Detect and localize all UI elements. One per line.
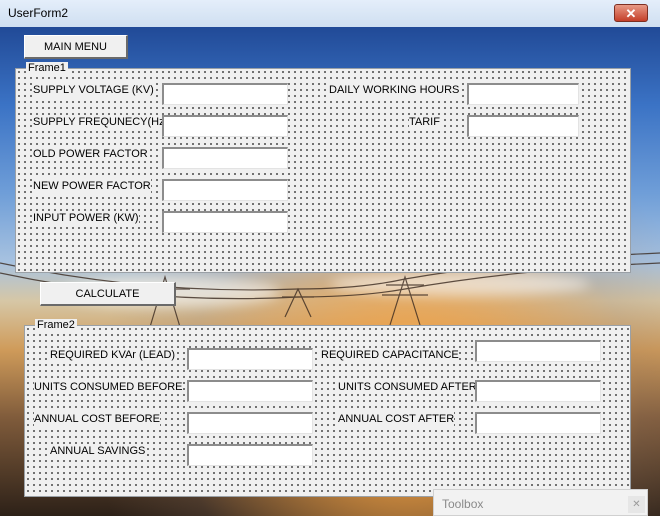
required-capacitance-input[interactable] bbox=[475, 340, 601, 362]
new-power-factor-input[interactable] bbox=[162, 179, 288, 201]
toolbox-title: Toolbox bbox=[442, 497, 484, 511]
required-kvar-input[interactable] bbox=[187, 348, 313, 370]
daily-working-hours-input[interactable] bbox=[467, 83, 579, 105]
annual-savings-input[interactable] bbox=[187, 444, 313, 466]
old-power-factor-input[interactable] bbox=[162, 147, 288, 169]
annual-cost-after-label: ANNUAL COST AFTER bbox=[338, 412, 455, 426]
units-consumed-after-label: UNITS CONSUMED AFTER bbox=[338, 380, 477, 394]
frame2: Frame2 REQUIRED KVAr (LEAD) UNITS CONSUM… bbox=[24, 319, 631, 497]
frame1: Frame1 SUPPLY VOLTAGE (KV) SUPPLY FREQUN… bbox=[15, 62, 631, 273]
main-menu-button[interactable]: MAIN MENU bbox=[24, 35, 128, 59]
tarif-input[interactable] bbox=[467, 115, 579, 137]
userform-window: UserForm2 ✕ MAIN MENU Frame1 SUPPLY VOLT… bbox=[0, 0, 660, 516]
supply-voltage-input[interactable] bbox=[162, 83, 288, 105]
annual-savings-label: ANNUAL SAVINGS bbox=[50, 444, 146, 458]
input-power-label: INPUT POWER (KW) bbox=[33, 211, 139, 225]
daily-working-hours-label: DAILY WORKING HOURS bbox=[329, 83, 460, 97]
close-icon: ✕ bbox=[625, 6, 637, 21]
supply-voltage-label: SUPPLY VOLTAGE (KV) bbox=[33, 83, 154, 97]
old-power-factor-label: OLD POWER FACTOR bbox=[33, 147, 148, 161]
units-consumed-before-input[interactable] bbox=[187, 380, 313, 402]
tarif-label: TARIF bbox=[409, 115, 440, 129]
supply-frequency-label: SUPPLY FREQUNECY(Hz) bbox=[33, 115, 169, 129]
toolbox-close-icon[interactable]: ✕ bbox=[628, 496, 645, 513]
required-kvar-label: REQUIRED KVAr (LEAD) bbox=[50, 348, 176, 362]
form-client-area: MAIN MENU Frame1 SUPPLY VOLTAGE (KV) SUP… bbox=[0, 27, 660, 516]
annual-cost-after-input[interactable] bbox=[475, 412, 601, 434]
required-capacitance-label: REQUIRED CAPACITANCE bbox=[321, 348, 459, 362]
units-consumed-before-label: UNITS CONSUMED BEFORE bbox=[34, 380, 183, 394]
annual-cost-before-input[interactable] bbox=[187, 412, 313, 434]
calculate-button[interactable]: CALCULATE bbox=[40, 282, 176, 306]
supply-frequency-input[interactable] bbox=[162, 115, 288, 137]
toolbox-panel[interactable]: Toolbox ✕ bbox=[433, 489, 648, 516]
input-power-input[interactable] bbox=[162, 211, 288, 233]
window-title: UserForm2 bbox=[8, 6, 69, 20]
new-power-factor-label: NEW POWER FACTOR bbox=[33, 179, 151, 193]
annual-cost-before-label: ANNUAL COST BEFORE bbox=[34, 412, 160, 426]
units-consumed-after-input[interactable] bbox=[475, 380, 601, 402]
frame2-caption: Frame2 bbox=[35, 319, 77, 331]
frame1-caption: Frame1 bbox=[26, 62, 68, 74]
title-bar[interactable]: UserForm2 ✕ bbox=[0, 0, 660, 27]
close-button[interactable]: ✕ bbox=[614, 4, 648, 22]
